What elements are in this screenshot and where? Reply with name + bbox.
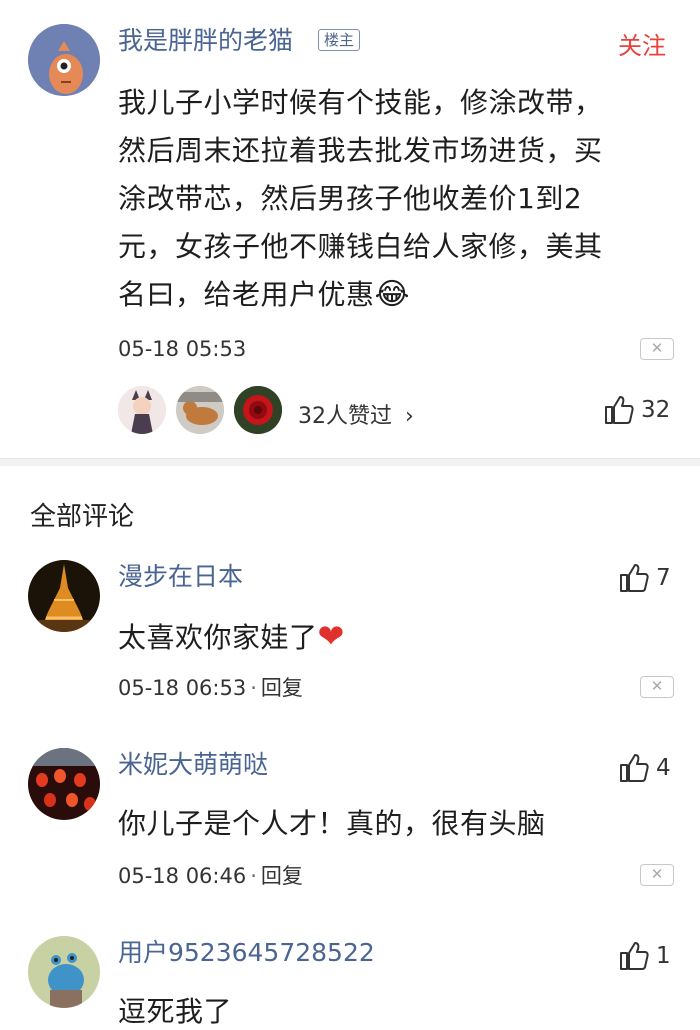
red-heart-emoji-icon: ❤ [317,617,345,655]
comment-like-count-2: 4 [656,755,671,781]
dog-photo-avatar-icon [176,386,224,434]
post-timestamp: 05-18 05:53 [118,337,247,361]
liker-avatar-3[interactable] [234,386,282,434]
post-like-button[interactable]: 32 [603,394,670,426]
comment-avatar-1[interactable] [28,560,100,632]
anime-girl-avatar-icon [118,386,166,434]
thumbs-up-icon [605,396,634,424]
likers-count-text: 32人赞过 [298,404,392,429]
liker-avatar-1[interactable] [118,386,166,434]
comment-user-2[interactable]: 米妮大萌萌哒 [118,750,268,780]
comment-time-2: 05-18 06:46 [118,864,247,888]
post-author-avatar[interactable] [28,24,100,96]
post-body: 我儿子小学时候有个技能，修涂改带， 然后周末还拉着我去批发市场进货，买 涂改带芯… [118,79,678,319]
comment-like-button-1[interactable]: 7 [618,562,671,594]
follow-button[interactable]: 关注 [618,31,666,61]
thumbs-up-icon [620,754,649,782]
post-close-button[interactable]: ✕ [640,338,674,360]
comment-text-1: 太喜欢你家娃了❤ [118,617,345,655]
comment-close-button-1[interactable]: ✕ [640,676,674,698]
section-divider [0,458,700,466]
thumbs-up-icon [620,564,649,592]
all-comments-title: 全部评论 [30,502,135,532]
comment-like-count-1: 7 [656,565,671,591]
post-line-3: 涂改带芯，然后男孩子他收差价1到2 [118,182,583,215]
post-line-2: 然后周末还拉着我去批发市场进货，买 [118,134,603,167]
tokyo-tower-avatar-icon [28,560,100,632]
comment-avatar-3[interactable] [28,936,100,1008]
post-line-5: 名曰，给老用户优惠😂 [118,277,411,312]
chevron-right-icon: › [405,404,414,429]
comment-like-button-3[interactable]: 1 [618,940,671,972]
comment-text-2: 你儿子是个人才！真的，很有头脑 [118,807,546,840]
reply-link-1[interactable]: 回复 [261,676,303,700]
comment-avatar-2[interactable] [28,748,100,820]
post-line-1: 我儿子小学时候有个技能，修涂改带， [118,86,603,119]
cartoon-snail-avatar-icon [28,936,100,1008]
comment-like-button-2[interactable]: 4 [618,752,671,784]
op-badge: 楼主 [318,29,361,51]
thumbs-up-icon [620,942,649,970]
comment-like-count-3: 1 [656,943,671,969]
cartoon-creature-avatar-icon [28,24,100,96]
likers-link[interactable]: 32人赞过 › [298,398,414,430]
comment-user-1[interactable]: 漫步在日本 [118,562,243,592]
red-flower-avatar-icon [234,386,282,434]
post-line-4: 元，女孩子他不赚钱白给人家修，美其 [118,230,603,263]
reply-link-2[interactable]: 回复 [261,864,303,888]
red-lanterns-avatar-icon [28,748,100,820]
post-like-count: 32 [641,397,671,423]
liker-avatar-2[interactable] [176,386,224,434]
post-author-name[interactable]: 我是胖胖的老猫 [118,26,293,56]
comment-text-3: 逗死我了 [118,995,233,1028]
comment-meta-1: 05-18 06:53 · 回复 [118,676,303,700]
comment-meta-2: 05-18 06:46 · 回复 [118,864,303,888]
comment-user-3[interactable]: 用户9523645728522 [118,938,375,968]
laughing-crying-emoji-icon: 😂 [374,277,411,312]
comment-time-1: 05-18 06:53 [118,676,247,700]
comment-close-button-2[interactable]: ✕ [640,864,674,886]
